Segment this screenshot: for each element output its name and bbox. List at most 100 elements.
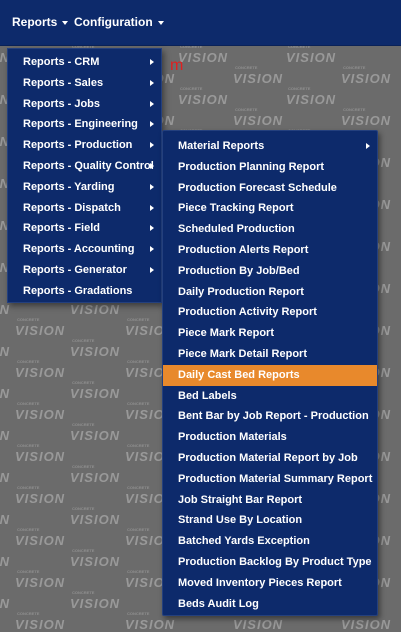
production-menu-item-label: Job Straight Bar Report xyxy=(178,493,303,506)
production-menu-item-label: Moved Inventory Pieces Report xyxy=(178,576,342,589)
watermark-subtext: CONCRETE xyxy=(72,506,95,511)
production-menu-item-label: Bent Bar by Job Report - Production xyxy=(178,410,369,423)
production-menu-item-label: Production Materials xyxy=(178,431,287,444)
watermark-subtext: CONCRETE xyxy=(180,86,203,91)
reports-menu-item[interactable]: Reports - Gradations xyxy=(8,281,161,302)
watermark-subtext: CONCRETE xyxy=(343,65,366,70)
production-menu-item-label: Production Material Report by Job xyxy=(178,451,358,464)
chevron-right-icon xyxy=(150,162,154,169)
production-menu-item[interactable]: Material Reports xyxy=(163,136,377,157)
production-menu-item[interactable]: Production Material Summary Report xyxy=(163,469,377,490)
watermark-subtext: CONCRETE xyxy=(72,380,95,385)
watermark-logo: CONCRETEVISION xyxy=(70,338,121,359)
production-menu-item[interactable]: Piece Tracking Report xyxy=(163,198,377,219)
production-menu-item-label: Batched Yards Exception xyxy=(178,535,310,548)
watermark-brand: VISION xyxy=(0,344,11,359)
watermark-brand: VISION xyxy=(15,575,66,590)
production-menu-item[interactable]: Production Activity Report xyxy=(163,302,377,323)
watermark-logo: CONCRETEVISION xyxy=(233,107,284,128)
production-menu-item-label: Strand Use By Location xyxy=(178,514,303,527)
production-menu-item[interactable]: Bed Labels xyxy=(163,386,377,407)
reports-menu-item-label: Reports - Generator xyxy=(23,263,127,276)
watermark-subtext: CONCRETE xyxy=(72,590,95,595)
reports-menu-item-label: Reports - Yarding xyxy=(23,180,115,193)
reports-menu-item-label: Reports - Quality Control xyxy=(23,159,154,172)
watermark-brand: VISION xyxy=(15,491,66,506)
watermark-brand: VISION xyxy=(15,323,66,338)
watermark-logo: CONCRETEVISION xyxy=(15,485,66,506)
watermark-brand: VISION xyxy=(0,554,11,569)
chevron-right-icon xyxy=(150,204,154,211)
watermark-subtext: CONCRETE xyxy=(235,107,258,112)
watermark-logo: CONCRETEVISION xyxy=(0,302,10,317)
watermark-subtext: CONCRETE xyxy=(180,46,203,49)
watermark-brand: VISION xyxy=(233,113,284,128)
production-menu-item-label: Piece Tracking Report xyxy=(178,202,294,215)
production-menu-item-label: Production Alerts Report xyxy=(178,243,309,256)
production-menu-item[interactable]: Moved Inventory Pieces Report xyxy=(163,573,377,594)
watermark-subtext: CONCRETE xyxy=(127,569,150,574)
chevron-right-icon xyxy=(150,121,154,128)
reports-menu-item[interactable]: Reports - Production xyxy=(8,135,161,156)
watermark-brand: VISION xyxy=(125,617,176,632)
production-menu-item[interactable]: Piece Mark Report xyxy=(163,323,377,344)
production-menu-item[interactable]: Daily Production Report xyxy=(163,282,377,303)
reports-menu-item-label: Reports - Field xyxy=(23,222,101,235)
production-menu-item[interactable]: Bent Bar by Job Report - Production xyxy=(163,406,377,427)
production-menu-item[interactable]: Beds Audit Log xyxy=(163,594,377,615)
nav-configuration[interactable]: Configuration xyxy=(74,15,164,29)
production-reports-submenu: Material Reports Production Planning Repo… xyxy=(162,130,378,616)
reports-menu-item-label: Reports - Sales xyxy=(23,76,104,89)
reports-menu-item[interactable]: Reports - Sales xyxy=(8,73,161,94)
watermark-logo: CONCRETEVISION xyxy=(178,46,228,65)
reports-menu-item[interactable]: Reports - Quality Control xyxy=(8,156,161,177)
production-menu-item[interactable]: Daily Cast Bed Reports xyxy=(163,364,377,386)
production-menu-item[interactable]: Production By Job/Bed xyxy=(163,261,377,282)
production-menu-item[interactable]: Production Planning Report xyxy=(163,157,377,178)
production-menu-item[interactable]: Production Backlog By Product Type xyxy=(163,552,377,573)
watermark-brand: VISION xyxy=(15,365,66,380)
reports-menu-item[interactable]: Reports - Engineering xyxy=(8,114,161,135)
watermark-logo: CONCRETEVISION xyxy=(0,596,10,611)
production-menu-item[interactable]: Production Material Report by Job xyxy=(163,448,377,469)
reports-menu-item[interactable]: Reports - Yarding xyxy=(8,177,161,198)
watermark-logo: CONCRETEVISION xyxy=(286,46,336,65)
watermark-logo: CONCRETEVISION xyxy=(0,554,10,569)
production-menu-item[interactable]: Scheduled Production xyxy=(163,219,377,240)
reports-menu-item[interactable]: Reports - Field xyxy=(8,218,161,239)
reports-menu-item[interactable]: Reports - Generator xyxy=(8,260,161,281)
reports-menu-item[interactable]: Reports - Dispatch xyxy=(8,198,161,219)
production-menu-item[interactable]: Production Alerts Report xyxy=(163,240,377,261)
nav-reports-label: Reports xyxy=(12,15,58,29)
watermark-subtext: CONCRETE xyxy=(127,401,150,406)
watermark-brand: VISION xyxy=(0,386,11,401)
watermark-logo: CONCRETEVISION xyxy=(70,590,120,611)
reports-menu-item[interactable]: Reports - CRM xyxy=(8,52,161,73)
watermark-brand: VISION xyxy=(0,428,11,443)
production-menu-item-label: Production Backlog By Product Type xyxy=(178,555,372,568)
watermark-brand: VISION xyxy=(15,617,66,632)
watermark-brand: VISION xyxy=(0,596,11,611)
watermark-subtext: CONCRETE xyxy=(127,443,150,448)
watermark-brand: VISION xyxy=(70,470,121,485)
production-menu-item[interactable]: Production Materials xyxy=(163,427,377,448)
production-menu-item[interactable]: Strand Use By Location xyxy=(163,510,377,531)
production-menu-item-label: Material Reports xyxy=(178,140,265,152)
reports-menu-item-label: Reports - Dispatch xyxy=(23,201,121,214)
reports-dropdown-menu: Reports - CRM Reports - Sales Reports - Jo… xyxy=(7,48,162,303)
production-menu-item[interactable]: Job Straight Bar Report xyxy=(163,490,377,511)
nav-reports[interactable]: Reports xyxy=(12,15,69,29)
watermark-brand: VISION xyxy=(70,344,121,359)
watermark-logo: CONCRETEVISION xyxy=(70,422,120,443)
watermark-subtext: CONCRETE xyxy=(72,422,95,427)
chevron-right-icon xyxy=(150,246,154,253)
watermark-logo: CONCRETEVISION xyxy=(125,611,176,632)
reports-menu-item[interactable]: Reports - Jobs xyxy=(8,94,161,115)
production-menu-item[interactable]: Piece Mark Detail Report xyxy=(163,344,377,365)
production-menu-item[interactable]: Batched Yards Exception xyxy=(163,531,377,552)
watermark-subtext: CONCRETE xyxy=(17,443,40,448)
watermark-brand: VISION xyxy=(233,71,284,86)
watermark-logo: CONCRETEVISION xyxy=(15,443,65,464)
reports-menu-item[interactable]: Reports - Accounting xyxy=(8,239,161,260)
production-menu-item[interactable]: Production Forecast Schedule xyxy=(163,178,377,199)
